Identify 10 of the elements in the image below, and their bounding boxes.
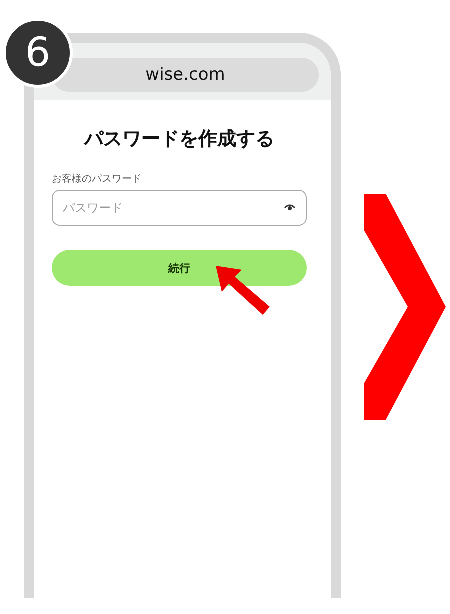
page-title: パスワードを作成する	[82, 127, 276, 152]
url-text: wise.com	[146, 65, 226, 85]
password-field[interactable]: パスワード	[52, 190, 307, 226]
continue-button[interactable]: 続行	[52, 250, 307, 286]
chevron-right-icon	[364, 194, 446, 420]
address-bar[interactable]: wise.com	[52, 58, 319, 92]
pointer-arrow	[216, 266, 272, 316]
step-badge: 6	[3, 18, 73, 88]
field-label: お客様のパスワード	[52, 172, 143, 186]
eye-icon[interactable]	[284, 204, 296, 211]
